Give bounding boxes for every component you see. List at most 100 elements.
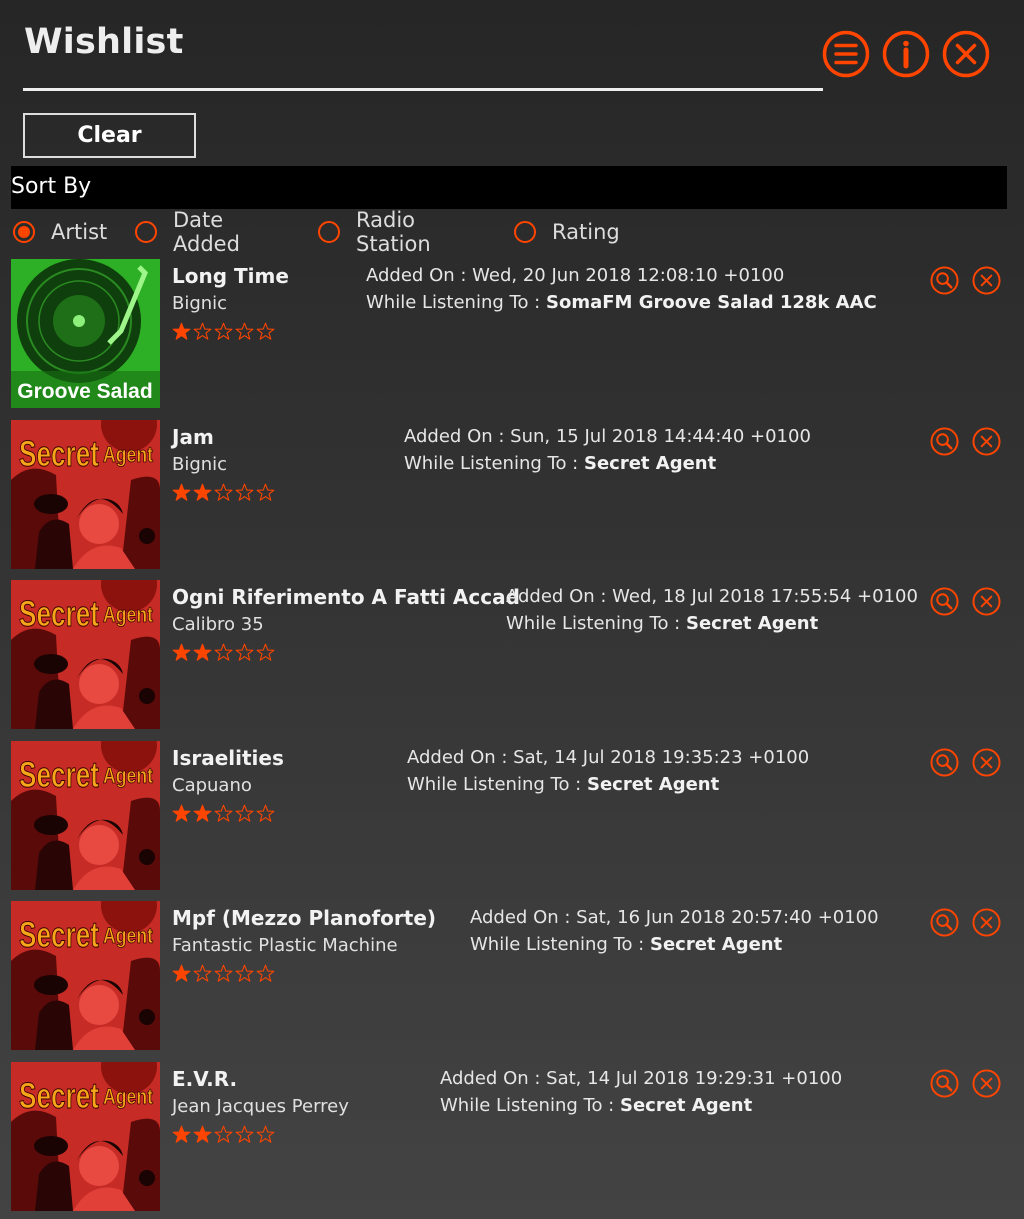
album-art[interactable]: Secret Agent	[11, 741, 160, 890]
station-name: Secret Agent	[586, 774, 720, 795]
star-empty-icon[interactable]	[234, 803, 255, 824]
search-icon[interactable]	[930, 427, 959, 456]
album-art[interactable]: Secret Agent	[11, 901, 160, 1050]
added-on-line: Added On : Wed, 20 Jun 2018 12:08:10 +01…	[366, 262, 877, 289]
radio-icon[interactable]	[318, 221, 340, 243]
radio-icon[interactable]	[135, 221, 157, 243]
star-filled-icon[interactable]	[171, 1124, 192, 1145]
search-icon[interactable]	[930, 1069, 959, 1098]
star-empty-icon[interactable]	[192, 963, 213, 984]
rating-stars[interactable]	[171, 1124, 276, 1145]
star-empty-icon[interactable]	[255, 1124, 276, 1145]
search-icon[interactable]	[930, 587, 959, 616]
album-art[interactable]: Groove Salad	[11, 259, 160, 408]
listening-label: While Listening To :	[440, 1095, 615, 1116]
star-empty-icon[interactable]	[192, 321, 213, 342]
star-empty-icon[interactable]	[255, 803, 276, 824]
rating-stars[interactable]	[171, 321, 276, 342]
star-filled-icon[interactable]	[192, 642, 213, 663]
star-filled-icon[interactable]	[171, 321, 192, 342]
wishlist-item: Secret Agent Mpf (Mezzo Planoforte) Fantast…	[0, 901, 1024, 1051]
sort-option-artist[interactable]: Artist	[13, 218, 107, 246]
added-on-line: Added On : Sat, 14 Jul 2018 19:35:23 +01…	[407, 744, 809, 771]
search-icon[interactable]	[930, 908, 959, 937]
star-empty-icon[interactable]	[234, 963, 255, 984]
star-empty-icon[interactable]	[255, 321, 276, 342]
added-on-label: Added On :	[407, 747, 508, 768]
listening-line: While Listening To : Secret Agent	[404, 450, 811, 477]
wishlist-item: Secret Agent Israelities Capuano Added On : …	[0, 741, 1024, 891]
song-title: Mpf (Mezzo Planoforte)	[172, 906, 437, 930]
radio-selected-icon[interactable]	[13, 221, 35, 243]
item-details: Added On : Wed, 20 Jun 2018 12:08:10 +01…	[366, 262, 877, 316]
remove-icon[interactable]	[972, 1069, 1001, 1098]
item-details: Added On : Sat, 14 Jul 2018 19:35:23 +01…	[407, 744, 809, 798]
search-icon[interactable]	[930, 266, 959, 295]
sort-option-label: Date Added	[173, 208, 240, 256]
album-art-text: Groove Salad	[17, 380, 152, 403]
item-actions	[930, 266, 1001, 295]
star-filled-icon[interactable]	[192, 803, 213, 824]
close-icon[interactable]	[942, 30, 990, 78]
sort-option-label: Radio Station	[356, 208, 431, 256]
star-empty-icon[interactable]	[255, 963, 276, 984]
sort-option-date-added[interactable]: Date Added	[135, 208, 240, 256]
page-title: Wishlist	[24, 22, 184, 62]
star-filled-icon[interactable]	[171, 963, 192, 984]
remove-icon[interactable]	[972, 427, 1001, 456]
listening-line: While Listening To : SomaFM Groove Salad…	[366, 289, 877, 316]
search-icon[interactable]	[930, 748, 959, 777]
station-name: Secret Agent	[649, 934, 783, 955]
sort-option-label: Rating	[552, 220, 620, 244]
star-empty-icon[interactable]	[213, 803, 234, 824]
star-empty-icon[interactable]	[213, 321, 234, 342]
star-empty-icon[interactable]	[213, 1124, 234, 1145]
star-empty-icon[interactable]	[234, 482, 255, 503]
remove-icon[interactable]	[972, 748, 1001, 777]
menu-icon[interactable]	[822, 30, 870, 78]
star-empty-icon[interactable]	[255, 642, 276, 663]
star-empty-icon[interactable]	[213, 482, 234, 503]
star-empty-icon[interactable]	[234, 642, 255, 663]
album-art[interactable]: Secret Agent	[11, 580, 160, 729]
star-empty-icon[interactable]	[234, 1124, 255, 1145]
rating-stars[interactable]	[171, 803, 276, 824]
added-on-line: Added On : Sat, 14 Jul 2018 19:29:31 +01…	[440, 1065, 842, 1092]
remove-icon[interactable]	[972, 587, 1001, 616]
added-on-date: Wed, 18 Jul 2018 17:55:54 +0100	[612, 586, 918, 607]
rating-stars[interactable]	[171, 963, 276, 984]
star-filled-icon[interactable]	[171, 642, 192, 663]
sort-by-label: Sort By	[11, 174, 92, 199]
added-on-label: Added On :	[470, 907, 571, 928]
listening-label: While Listening To :	[506, 613, 681, 634]
added-on-line: Added On : Sun, 15 Jul 2018 14:44:40 +01…	[404, 423, 811, 450]
star-filled-icon[interactable]	[171, 803, 192, 824]
star-empty-icon[interactable]	[255, 482, 276, 503]
star-filled-icon[interactable]	[192, 482, 213, 503]
info-icon[interactable]	[882, 30, 930, 78]
sort-option-radio-station[interactable]: Radio Station	[318, 208, 431, 256]
remove-icon[interactable]	[972, 908, 1001, 937]
album-art[interactable]: Secret Agent	[11, 1062, 160, 1211]
star-empty-icon[interactable]	[213, 642, 234, 663]
artist-name: Fantastic Plastic Machine	[172, 935, 398, 956]
sort-by-bar: Sort By	[11, 166, 1007, 209]
listening-label: While Listening To :	[404, 453, 579, 474]
star-filled-icon[interactable]	[171, 482, 192, 503]
added-on-label: Added On :	[506, 586, 607, 607]
clear-wishlist-button[interactable]: Clear Wishlist	[23, 113, 196, 189]
added-on-line: Added On : Wed, 18 Jul 2018 17:55:54 +01…	[506, 583, 918, 610]
song-title: Long Time	[172, 264, 289, 288]
added-on-date: Sat, 14 Jul 2018 19:35:23 +0100	[513, 747, 810, 768]
radio-icon[interactable]	[514, 221, 536, 243]
sort-option-rating[interactable]: Rating	[514, 218, 620, 246]
star-empty-icon[interactable]	[234, 321, 255, 342]
star-empty-icon[interactable]	[213, 963, 234, 984]
remove-icon[interactable]	[972, 266, 1001, 295]
rating-stars[interactable]	[171, 642, 276, 663]
star-filled-icon[interactable]	[192, 1124, 213, 1145]
header-actions	[822, 30, 990, 78]
station-name: Secret Agent	[685, 613, 819, 634]
album-art[interactable]: Secret Agent	[11, 420, 160, 569]
rating-stars[interactable]	[171, 482, 276, 503]
